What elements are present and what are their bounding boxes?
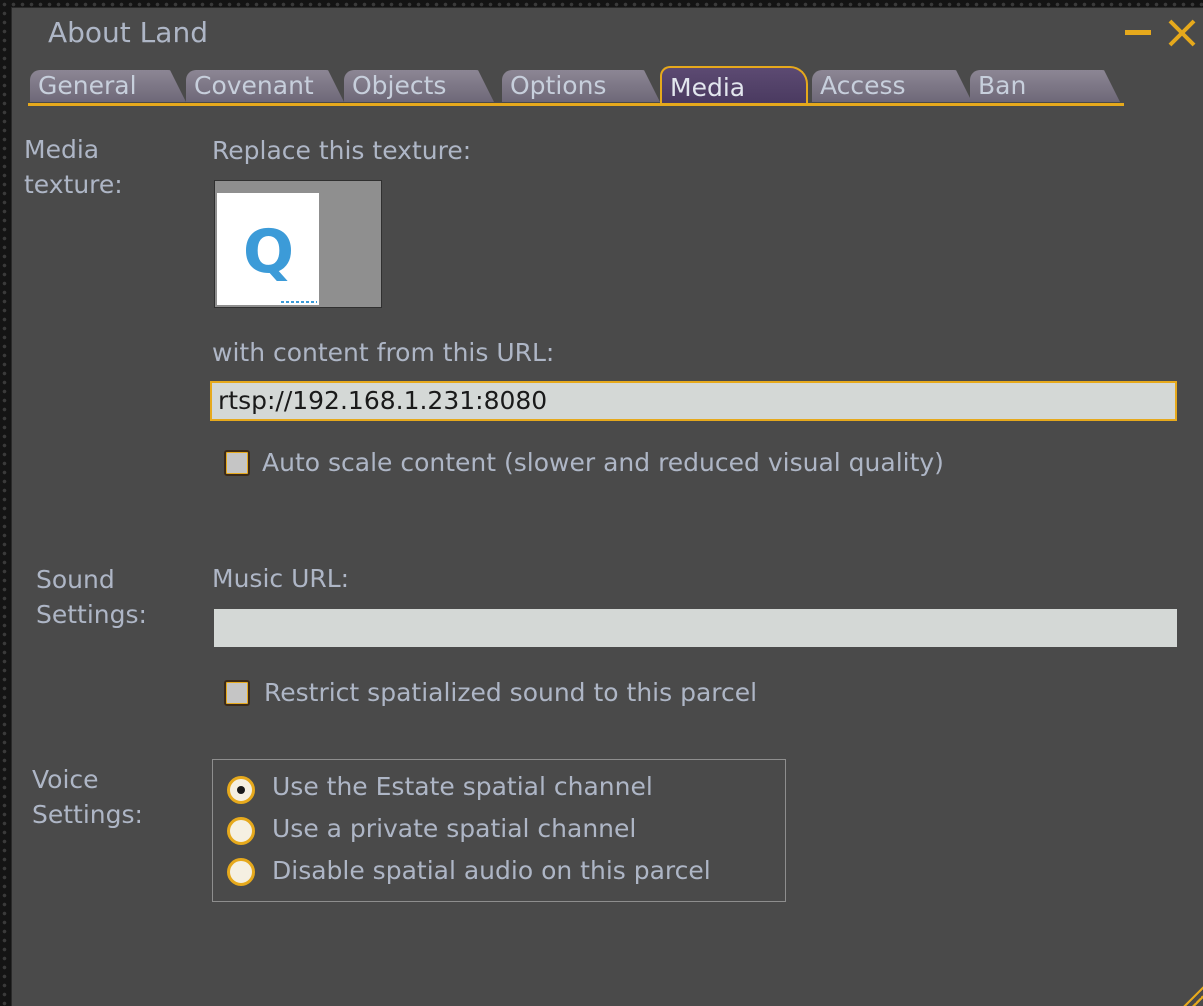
tab-label: Options	[510, 71, 607, 100]
tab-label: Access	[820, 71, 906, 100]
quicktime-logo-icon: Q	[243, 217, 295, 287]
tab-underline	[28, 103, 1124, 106]
texture-preview[interactable]: Q	[214, 180, 382, 308]
tab-ban[interactable]: Ban	[970, 70, 1120, 102]
replace-texture-label: Replace this texture:	[212, 136, 472, 165]
label-line: Voice	[32, 765, 99, 794]
restrict-sound-label: Restrict spatialized sound to this parce…	[264, 678, 758, 707]
tab-label: Objects	[352, 71, 447, 100]
tab-objects[interactable]: Objects	[344, 70, 494, 102]
tab-covenant[interactable]: Covenant	[186, 70, 344, 102]
label-line: texture:	[24, 170, 123, 199]
radio-disable-spatial-label: Disable spatial audio on this parcel	[272, 856, 711, 885]
window-title: About Land	[48, 16, 208, 49]
label-line: Media	[24, 135, 100, 164]
title-bar[interactable]: About Land	[12, 8, 1203, 58]
radio-private-channel-label: Use a private spatial channel	[272, 814, 637, 843]
tab-options[interactable]: Options	[502, 70, 660, 102]
label-line: Sound	[36, 565, 115, 594]
tab-media[interactable]: Media	[660, 66, 808, 104]
content-url-label: with content from this URL:	[212, 338, 555, 367]
texture-image: Q	[217, 193, 319, 305]
radio-disable-spatial[interactable]	[227, 858, 255, 886]
close-icon[interactable]	[1167, 18, 1197, 48]
resize-handle[interactable]	[1181, 984, 1203, 1006]
tab-label: Ban	[978, 71, 1027, 100]
tab-access[interactable]: Access	[812, 70, 972, 102]
media-texture-label: Media texture:	[24, 132, 123, 202]
tab-label: General	[38, 71, 137, 100]
about-land-window: About Land General Covenant Objects Opti…	[12, 8, 1203, 1006]
label-line: Settings:	[32, 800, 143, 829]
music-url-input[interactable]	[214, 609, 1177, 647]
radio-estate-channel[interactable]	[227, 776, 255, 804]
radio-estate-channel-label: Use the Estate spatial channel	[272, 772, 653, 801]
sound-settings-label: Sound Settings:	[36, 562, 147, 632]
texture-caption-dots	[281, 301, 317, 303]
auto-scale-label: Auto scale content (slower and reduced v…	[262, 448, 944, 477]
tab-label: Covenant	[194, 71, 314, 100]
auto-scale-checkbox[interactable]	[224, 450, 250, 476]
music-url-label: Music URL:	[212, 564, 350, 593]
media-url-input[interactable]: rtsp://192.168.1.231:8080	[210, 381, 1177, 421]
minimize-icon[interactable]	[1125, 30, 1151, 35]
label-line: Settings:	[36, 600, 147, 629]
tab-general[interactable]: General	[30, 70, 186, 102]
radio-private-channel[interactable]	[227, 817, 255, 845]
tab-label: Media	[670, 73, 746, 102]
voice-radio-group: Use the Estate spatial channel Use a pri…	[212, 759, 786, 902]
voice-settings-label: Voice Settings:	[32, 762, 143, 832]
restrict-sound-checkbox[interactable]	[224, 680, 250, 706]
